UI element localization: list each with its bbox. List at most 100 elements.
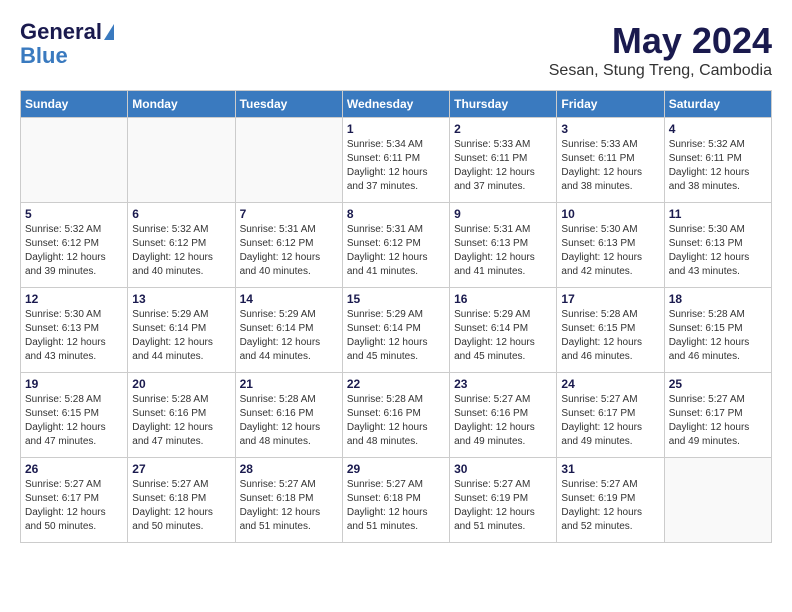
calendar-week-row: 19 Sunrise: 5:28 AM Sunset: 6:15 PM Dayli…	[21, 373, 772, 458]
calendar-header-thursday: Thursday	[450, 91, 557, 118]
calendar-cell	[664, 458, 771, 543]
day-info: Sunrise: 5:30 AM Sunset: 6:13 PM Dayligh…	[25, 308, 123, 364]
day-number: 1	[347, 122, 445, 136]
day-info: Sunrise: 5:27 AM Sunset: 6:17 PM Dayligh…	[669, 393, 767, 449]
day-info: Sunrise: 5:28 AM Sunset: 6:16 PM Dayligh…	[240, 393, 338, 449]
day-info: Sunrise: 5:29 AM Sunset: 6:14 PM Dayligh…	[240, 308, 338, 364]
location-subtitle: Sesan, Stung Treng, Cambodia	[549, 62, 772, 80]
logo: General Blue	[20, 20, 114, 68]
calendar-cell: 4 Sunrise: 5:32 AM Sunset: 6:11 PM Daylig…	[664, 118, 771, 203]
day-info: Sunrise: 5:33 AM Sunset: 6:11 PM Dayligh…	[561, 138, 659, 194]
day-info: Sunrise: 5:31 AM Sunset: 6:12 PM Dayligh…	[347, 223, 445, 279]
calendar-week-row: 12 Sunrise: 5:30 AM Sunset: 6:13 PM Dayli…	[21, 288, 772, 373]
calendar-cell: 18 Sunrise: 5:28 AM Sunset: 6:15 PM Dayli…	[664, 288, 771, 373]
logo-blue: Blue	[20, 44, 68, 68]
calendar-cell: 25 Sunrise: 5:27 AM Sunset: 6:17 PM Dayli…	[664, 373, 771, 458]
day-info: Sunrise: 5:27 AM Sunset: 6:18 PM Dayligh…	[347, 478, 445, 534]
day-number: 7	[240, 207, 338, 221]
day-number: 13	[132, 292, 230, 306]
calendar-cell: 10 Sunrise: 5:30 AM Sunset: 6:13 PM Dayli…	[557, 203, 664, 288]
day-info: Sunrise: 5:34 AM Sunset: 6:11 PM Dayligh…	[347, 138, 445, 194]
calendar-header-monday: Monday	[128, 91, 235, 118]
day-number: 16	[454, 292, 552, 306]
calendar-cell: 21 Sunrise: 5:28 AM Sunset: 6:16 PM Dayli…	[235, 373, 342, 458]
day-info: Sunrise: 5:31 AM Sunset: 6:13 PM Dayligh…	[454, 223, 552, 279]
calendar-cell: 28 Sunrise: 5:27 AM Sunset: 6:18 PM Dayli…	[235, 458, 342, 543]
calendar-cell: 11 Sunrise: 5:30 AM Sunset: 6:13 PM Dayli…	[664, 203, 771, 288]
day-info: Sunrise: 5:27 AM Sunset: 6:17 PM Dayligh…	[561, 393, 659, 449]
day-number: 15	[347, 292, 445, 306]
calendar-cell	[128, 118, 235, 203]
calendar-cell: 27 Sunrise: 5:27 AM Sunset: 6:18 PM Dayli…	[128, 458, 235, 543]
calendar-week-row: 5 Sunrise: 5:32 AM Sunset: 6:12 PM Daylig…	[21, 203, 772, 288]
day-number: 4	[669, 122, 767, 136]
logo-triangle-icon	[104, 24, 114, 40]
day-info: Sunrise: 5:28 AM Sunset: 6:15 PM Dayligh…	[561, 308, 659, 364]
day-info: Sunrise: 5:27 AM Sunset: 6:16 PM Dayligh…	[454, 393, 552, 449]
day-number: 5	[25, 207, 123, 221]
calendar-cell: 30 Sunrise: 5:27 AM Sunset: 6:19 PM Dayli…	[450, 458, 557, 543]
day-info: Sunrise: 5:31 AM Sunset: 6:12 PM Dayligh…	[240, 223, 338, 279]
day-number: 29	[347, 462, 445, 476]
day-info: Sunrise: 5:30 AM Sunset: 6:13 PM Dayligh…	[669, 223, 767, 279]
day-number: 24	[561, 377, 659, 391]
calendar-header-friday: Friday	[557, 91, 664, 118]
day-number: 31	[561, 462, 659, 476]
day-info: Sunrise: 5:27 AM Sunset: 6:18 PM Dayligh…	[240, 478, 338, 534]
day-info: Sunrise: 5:29 AM Sunset: 6:14 PM Dayligh…	[454, 308, 552, 364]
calendar-header-wednesday: Wednesday	[342, 91, 449, 118]
day-number: 19	[25, 377, 123, 391]
calendar-cell: 9Sunrise: 5:31 AM Sunset: 6:13 PM Daylig…	[450, 203, 557, 288]
calendar-cell	[235, 118, 342, 203]
day-number: 18	[669, 292, 767, 306]
day-number: 10	[561, 207, 659, 221]
day-info: Sunrise: 5:30 AM Sunset: 6:13 PM Dayligh…	[561, 223, 659, 279]
day-number: 11	[669, 207, 767, 221]
day-info: Sunrise: 5:28 AM Sunset: 6:15 PM Dayligh…	[669, 308, 767, 364]
day-info: Sunrise: 5:28 AM Sunset: 6:16 PM Dayligh…	[347, 393, 445, 449]
day-info: Sunrise: 5:32 AM Sunset: 6:12 PM Dayligh…	[132, 223, 230, 279]
title-area: May 2024 Sesan, Stung Treng, Cambodia	[549, 20, 772, 80]
day-number: 26	[25, 462, 123, 476]
page-header: General Blue May 2024 Sesan, Stung Treng…	[20, 20, 772, 80]
calendar-cell: 14 Sunrise: 5:29 AM Sunset: 6:14 PM Dayli…	[235, 288, 342, 373]
day-number: 14	[240, 292, 338, 306]
logo-general: General	[20, 20, 102, 44]
day-number: 25	[669, 377, 767, 391]
day-number: 20	[132, 377, 230, 391]
calendar-header-row: SundayMondayTuesdayWednesdayThursdayFrid…	[21, 91, 772, 118]
day-info: Sunrise: 5:27 AM Sunset: 6:17 PM Dayligh…	[25, 478, 123, 534]
day-number: 21	[240, 377, 338, 391]
day-number: 12	[25, 292, 123, 306]
day-info: Sunrise: 5:27 AM Sunset: 6:19 PM Dayligh…	[454, 478, 552, 534]
calendar-cell: 2Sunrise: 5:33 AM Sunset: 6:11 PM Daylig…	[450, 118, 557, 203]
day-info: Sunrise: 5:32 AM Sunset: 6:11 PM Dayligh…	[669, 138, 767, 194]
calendar-cell: 19 Sunrise: 5:28 AM Sunset: 6:15 PM Dayli…	[21, 373, 128, 458]
calendar-cell: 5Sunrise: 5:32 AM Sunset: 6:12 PM Daylig…	[21, 203, 128, 288]
calendar-cell: 8 Sunrise: 5:31 AM Sunset: 6:12 PM Daylig…	[342, 203, 449, 288]
day-number: 22	[347, 377, 445, 391]
calendar-header-tuesday: Tuesday	[235, 91, 342, 118]
day-number: 30	[454, 462, 552, 476]
day-number: 8	[347, 207, 445, 221]
day-number: 6	[132, 207, 230, 221]
calendar-cell: 7 Sunrise: 5:31 AM Sunset: 6:12 PM Daylig…	[235, 203, 342, 288]
day-number: 2	[454, 122, 552, 136]
calendar-table: SundayMondayTuesdayWednesdayThursdayFrid…	[20, 90, 772, 543]
calendar-cell: 6 Sunrise: 5:32 AM Sunset: 6:12 PM Daylig…	[128, 203, 235, 288]
calendar-cell: 31Sunrise: 5:27 AM Sunset: 6:19 PM Dayli…	[557, 458, 664, 543]
calendar-cell: 15Sunrise: 5:29 AM Sunset: 6:14 PM Dayli…	[342, 288, 449, 373]
calendar-week-row: 26 Sunrise: 5:27 AM Sunset: 6:17 PM Dayli…	[21, 458, 772, 543]
calendar-cell: 29 Sunrise: 5:27 AM Sunset: 6:18 PM Dayli…	[342, 458, 449, 543]
calendar-header-sunday: Sunday	[21, 91, 128, 118]
calendar-cell: 24 Sunrise: 5:27 AM Sunset: 6:17 PM Dayli…	[557, 373, 664, 458]
calendar-cell	[21, 118, 128, 203]
calendar-header-saturday: Saturday	[664, 91, 771, 118]
day-info: Sunrise: 5:28 AM Sunset: 6:15 PM Dayligh…	[25, 393, 123, 449]
calendar-cell: 3Sunrise: 5:33 AM Sunset: 6:11 PM Daylig…	[557, 118, 664, 203]
day-info: Sunrise: 5:27 AM Sunset: 6:18 PM Dayligh…	[132, 478, 230, 534]
day-number: 27	[132, 462, 230, 476]
calendar-week-row: 1 Sunrise: 5:34 AM Sunset: 6:11 PM Daylig…	[21, 118, 772, 203]
day-number: 28	[240, 462, 338, 476]
day-number: 23	[454, 377, 552, 391]
